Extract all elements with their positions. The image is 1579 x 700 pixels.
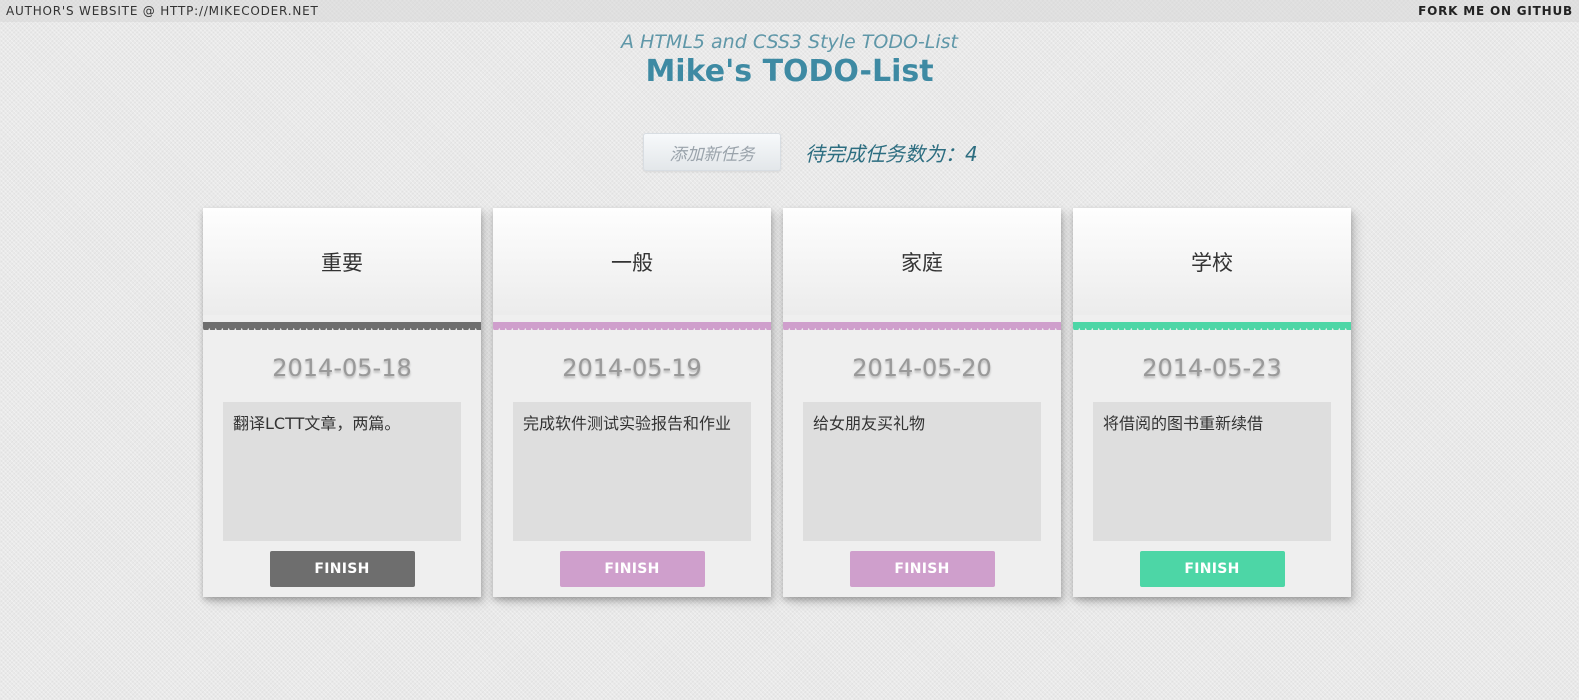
- card-date: 2014-05-20: [852, 354, 992, 382]
- task-card: 学校 2014-05-23 将借阅的图书重新续借 FINISH: [1073, 208, 1352, 597]
- pending-label: 待完成任务数为：: [805, 141, 965, 166]
- task-card: 重要 2014-05-18 翻译LCTT文章，两篇。 FINISH: [203, 208, 482, 597]
- page-subtitle: A HTML5 and CSS3 Style TODO-List: [621, 31, 958, 53]
- finish-button[interactable]: FINISH: [559, 551, 705, 587]
- card-divider: [493, 322, 771, 330]
- card-date: 2014-05-18: [272, 354, 412, 382]
- card-divider: [1073, 322, 1351, 330]
- author-website-link[interactable]: AUTHOR'S WEBSITE @ HTTP://MIKECODER.NET: [6, 4, 319, 18]
- card-divider: [203, 322, 481, 330]
- card-category: 家庭: [783, 208, 1061, 315]
- page-title: Mike's TODO-List: [645, 54, 934, 89]
- task-cards: 重要 2014-05-18 翻译LCTT文章，两篇。 FINISH 一般 201…: [203, 208, 1352, 597]
- card-date: 2014-05-23: [1142, 354, 1282, 382]
- card-note[interactable]: 将借阅的图书重新续借: [1093, 402, 1331, 541]
- card-note[interactable]: 给女朋友买礼物: [803, 402, 1041, 541]
- card-date: 2014-05-19: [562, 354, 702, 382]
- card-divider: [783, 322, 1061, 330]
- pending-count-text: 待完成任务数为：4: [805, 138, 978, 167]
- add-task-input[interactable]: 添加新任务: [643, 133, 781, 171]
- task-controls: 添加新任务 待完成任务数为：4: [643, 133, 978, 171]
- finish-button[interactable]: FINISH: [849, 551, 995, 587]
- fork-github-link[interactable]: FORK ME ON GITHUB: [1418, 4, 1573, 18]
- card-category: 学校: [1073, 208, 1351, 315]
- top-bar: AUTHOR'S WEBSITE @ HTTP://MIKECODER.NET …: [0, 0, 1579, 22]
- finish-button[interactable]: FINISH: [269, 551, 415, 587]
- task-card: 一般 2014-05-19 完成软件测试实验报告和作业 FINISH: [493, 208, 772, 597]
- task-card: 家庭 2014-05-20 给女朋友买礼物 FINISH: [783, 208, 1062, 597]
- pending-count: 4: [965, 141, 978, 166]
- card-category: 一般: [493, 208, 771, 315]
- card-note[interactable]: 完成软件测试实验报告和作业: [513, 402, 751, 541]
- card-note[interactable]: 翻译LCTT文章，两篇。: [223, 402, 461, 541]
- finish-button[interactable]: FINISH: [1139, 551, 1285, 587]
- card-category: 重要: [203, 208, 481, 315]
- page-header: A HTML5 and CSS3 Style TODO-List Mike's …: [0, 29, 1579, 89]
